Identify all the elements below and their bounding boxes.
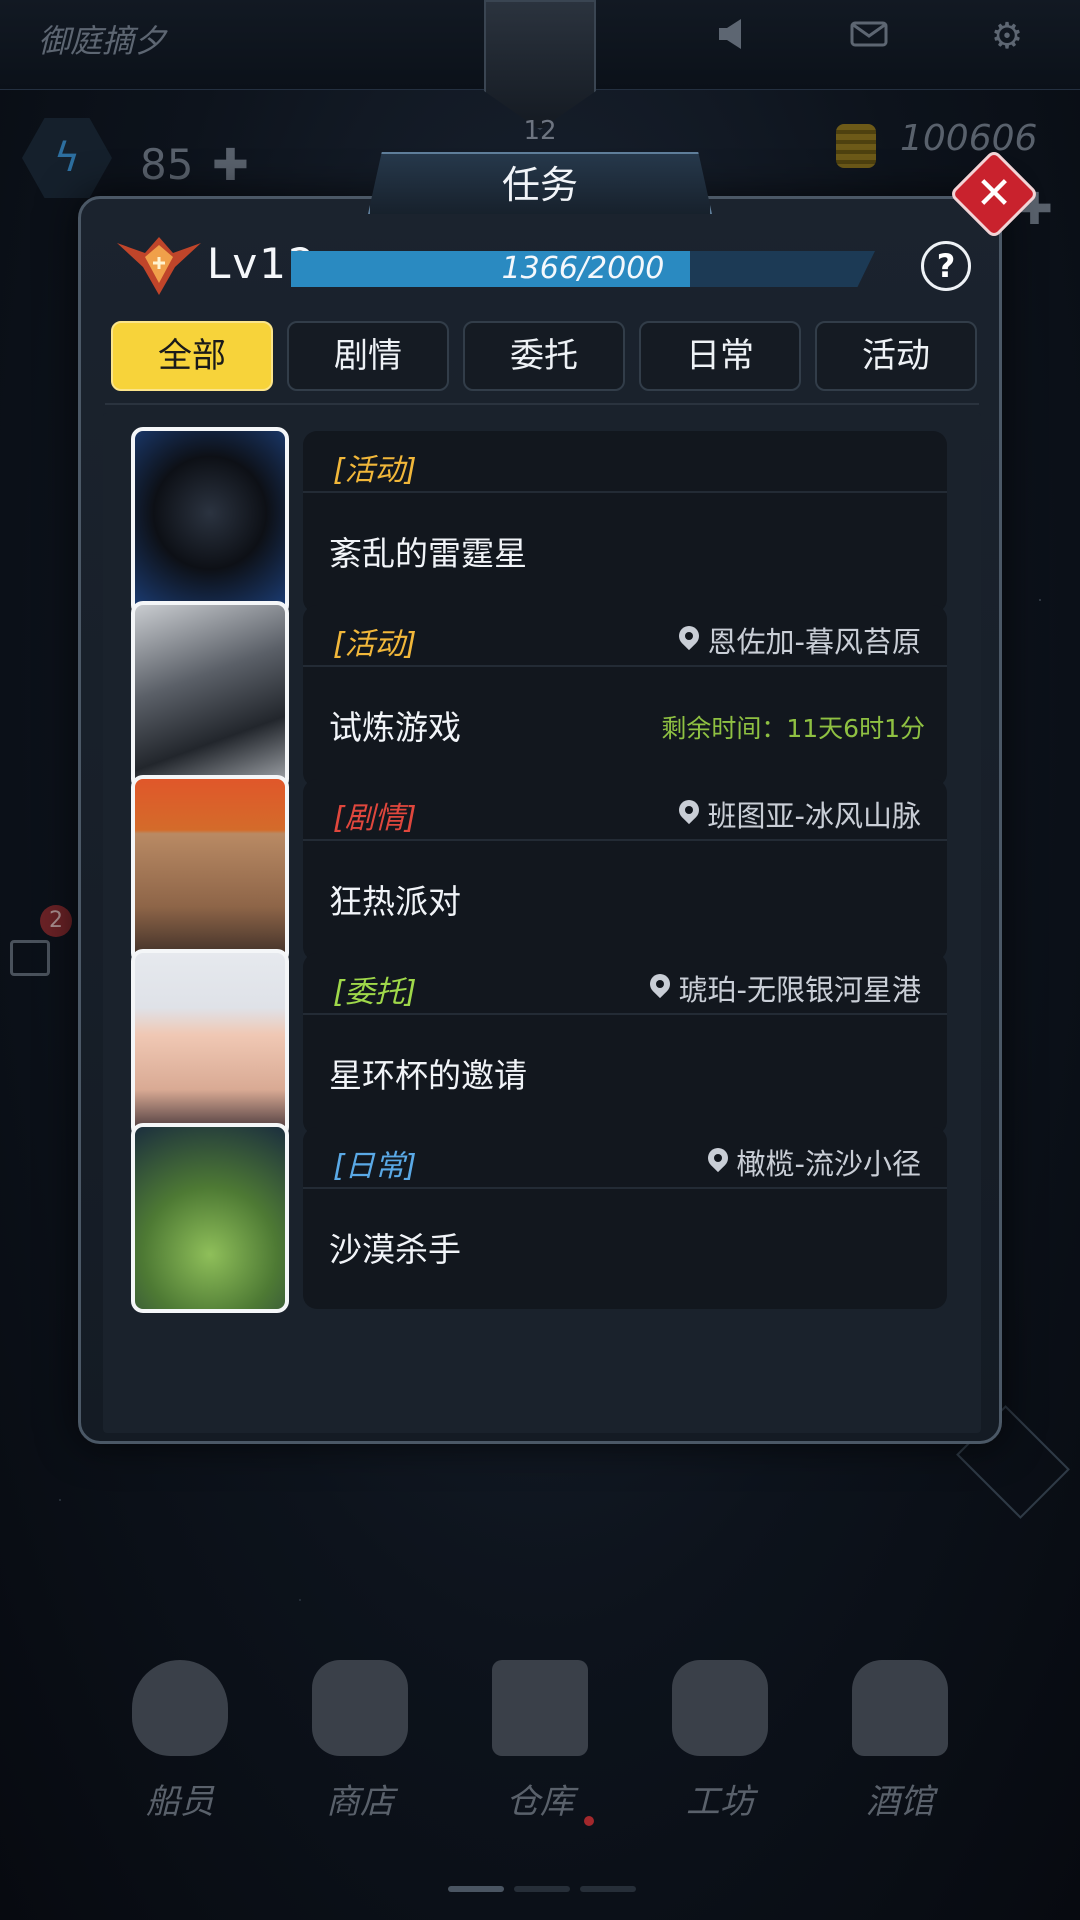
- crew-icon: [132, 1660, 228, 1756]
- filter-tabs: 全部 剧情 委托 日常 活动: [111, 321, 977, 391]
- filter-tab-commission[interactable]: 委托: [463, 321, 625, 391]
- quest-location: 琥珀-无限银河星港: [649, 967, 921, 1009]
- quest-name: 星环杯的邀请: [329, 1056, 527, 1095]
- card-divider: [303, 491, 947, 493]
- quest-type-label: [活动]: [333, 453, 417, 488]
- shop-icon: [312, 1660, 408, 1756]
- quest-location: 橄榄-流沙小径: [707, 1141, 921, 1183]
- chat-icon[interactable]: [10, 940, 50, 976]
- nav-shop[interactable]: 商店: [285, 1660, 435, 1920]
- player-name: 御庭摘夕: [38, 22, 167, 60]
- xp-bar: 1366/2000: [291, 251, 875, 287]
- card-divider: [303, 665, 947, 667]
- coins-icon: [836, 124, 876, 168]
- quest-row[interactable]: [活动] 紊乱的雷霆星: [103, 413, 981, 617]
- location-pin-icon: [707, 1148, 729, 1176]
- card-divider: [303, 839, 947, 841]
- quest-name: 紊乱的雷霆星: [329, 534, 527, 573]
- warehouse-notification-dot: [584, 1816, 594, 1826]
- close-icon: ✕: [975, 168, 1013, 219]
- warehouse-icon: [492, 1660, 588, 1756]
- energy-value: 85: [140, 140, 194, 189]
- nav-label: 船员: [146, 1782, 214, 1822]
- quest-location-text: 恩佐加-暮风苔原: [707, 625, 921, 659]
- level-row: Lv12 1366/2000 ?: [115, 233, 975, 305]
- nav-label: 仓库: [506, 1782, 574, 1822]
- rank-emblem-icon: [117, 237, 201, 295]
- mail-icon[interactable]: [846, 14, 892, 60]
- quest-name: 试炼游戏: [329, 708, 461, 747]
- quest-row[interactable]: [委托] 琥珀-无限银河星港星环杯的邀请: [103, 935, 981, 1139]
- quest-card[interactable]: [委托] 琥珀-无限银河星港星环杯的邀请: [303, 953, 947, 1135]
- quest-row[interactable]: [活动] 恩佐加-暮风苔原试炼游戏 剩余时间：11天6时1分: [103, 587, 981, 791]
- quest-portrait-toad-creature: [131, 1123, 289, 1313]
- nav-tavern[interactable]: 酒馆: [825, 1660, 975, 1920]
- quest-type-label: [委托]: [333, 975, 417, 1010]
- card-divider: [303, 1013, 947, 1015]
- quest-location-text: 琥珀-无限银河星港: [678, 973, 921, 1007]
- filter-tab-daily[interactable]: 日常: [639, 321, 801, 391]
- location-pin-icon: [678, 800, 700, 828]
- quest-location-text: 橄榄-流沙小径: [736, 1147, 921, 1181]
- announcement-icon[interactable]: [712, 14, 758, 60]
- quest-location: 恩佐加-暮风苔原: [678, 619, 921, 661]
- location-pin-icon: [678, 626, 700, 654]
- quest-modal: Lv12 1366/2000 ? 全部 剧情 委托 日常 活动 [活动] 紊乱的雷…: [78, 196, 1002, 1444]
- quest-timer: 剩余时间：11天6时1分: [661, 714, 925, 743]
- coins-value: 100606: [900, 118, 1038, 159]
- quest-card[interactable]: [剧情] 班图亚-冰风山脉狂热派对: [303, 779, 947, 961]
- player-avatar[interactable]: [484, 0, 596, 130]
- player-avatar-level: 12: [523, 116, 557, 146]
- bottom-nav: 船员 商店 仓库 工坊 酒馆: [0, 1660, 1080, 1920]
- nav-crew[interactable]: 船员: [105, 1660, 255, 1920]
- quest-list[interactable]: [活动] 紊乱的雷霆星 [活动] 恩佐加-暮风苔原试炼游戏 剩余时间：11天6时1分 [剧…: [103, 413, 981, 1433]
- nav-warehouse[interactable]: 仓库: [465, 1660, 615, 1920]
- filter-tab-event[interactable]: 活动: [815, 321, 977, 391]
- quest-type-label: [活动]: [333, 627, 417, 662]
- settings-gear-icon[interactable]: ⚙: [984, 14, 1030, 60]
- nav-label: 酒馆: [866, 1782, 934, 1822]
- card-divider: [303, 1187, 947, 1189]
- quest-type-label: [日常]: [333, 1149, 417, 1184]
- quest-row[interactable]: [日常] 橄榄-流沙小径沙漠杀手: [103, 1109, 981, 1313]
- quest-name: 沙漠杀手: [329, 1230, 461, 1269]
- tavern-mug-icon: [852, 1660, 948, 1756]
- nav-label: 商店: [326, 1782, 394, 1822]
- page-indicator: [580, 1886, 636, 1892]
- energy-icon: ϟ: [22, 118, 112, 198]
- nav-label: 工坊: [686, 1782, 754, 1822]
- quest-location-text: 班图亚-冰风山脉: [707, 799, 921, 833]
- modal-title: 任务: [368, 152, 712, 214]
- help-button[interactable]: ?: [921, 241, 971, 291]
- chat-badge: 2: [40, 905, 72, 937]
- quest-name: 狂热派对: [329, 882, 461, 921]
- quest-card[interactable]: [活动] 恩佐加-暮风苔原试炼游戏 剩余时间：11天6时1分: [303, 605, 947, 787]
- quest-type-label: [剧情]: [333, 801, 417, 836]
- quest-row[interactable]: [剧情] 班图亚-冰风山脉狂热派对: [103, 761, 981, 965]
- filter-tab-all[interactable]: 全部: [111, 321, 273, 391]
- quest-card[interactable]: [活动] 紊乱的雷霆星: [303, 431, 947, 613]
- filter-tab-story[interactable]: 剧情: [287, 321, 449, 391]
- nav-workshop[interactable]: 工坊: [645, 1660, 795, 1920]
- page-indicator-active: [448, 1886, 504, 1892]
- quest-location: 班图亚-冰风山脉: [678, 793, 921, 835]
- workshop-hammer-icon: [672, 1660, 768, 1756]
- xp-text: 1366/2000: [501, 251, 665, 286]
- location-pin-icon: [649, 974, 671, 1002]
- quest-card[interactable]: [日常] 橄榄-流沙小径沙漠杀手: [303, 1127, 947, 1309]
- divider: [105, 403, 979, 405]
- add-energy-icon[interactable]: ✚: [212, 140, 249, 191]
- page-indicator: [514, 1886, 570, 1892]
